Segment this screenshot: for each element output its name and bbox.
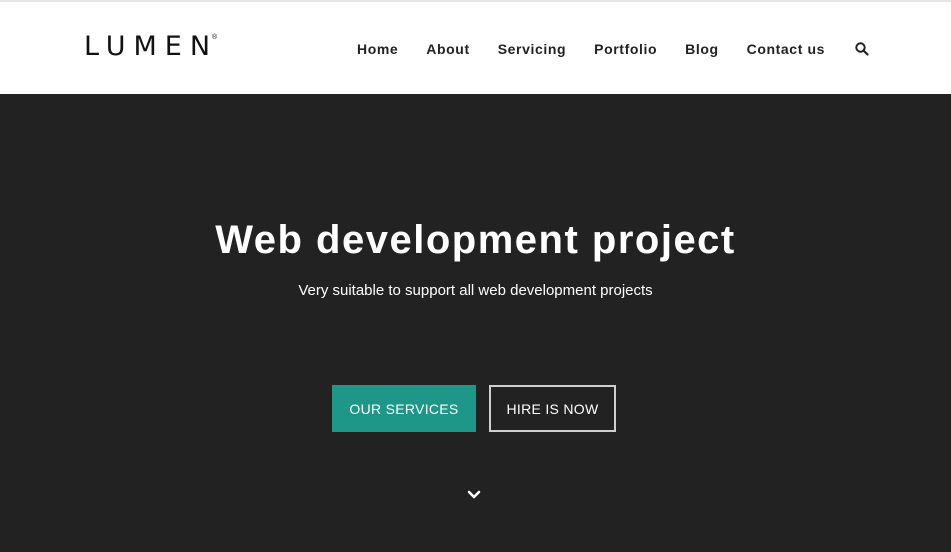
nav-blog[interactable]: Blog [685,40,719,58]
logo-text: LUMEN [84,31,219,62]
nav-home[interactable]: Home [357,40,398,58]
nav-servicing[interactable]: Servicing [498,40,566,58]
nav-portfolio[interactable]: Portfolio [594,40,657,58]
chevron-down-icon[interactable] [467,487,481,499]
hero-subtitle: Very suitable to support all web develop… [298,282,653,299]
our-services-button[interactable]: OUR SERVICES [332,385,476,432]
hero-title: Web development project [215,218,736,262]
site-header: LUMEN ® Home About Servicing Portfolio B… [0,2,951,94]
nav-about[interactable]: About [426,40,469,58]
main-nav: Home About Servicing Portfolio Blog Cont… [357,40,869,58]
search-icon[interactable] [855,42,869,56]
logo-registered-mark: ® [212,34,218,41]
nav-contact-us[interactable]: Contact us [747,40,825,58]
hero-section: Web development project Very suitable to… [0,94,951,552]
hire-button[interactable]: HIRE IS NOW [489,385,616,432]
lumen-logo[interactable]: LUMEN ® [84,32,217,62]
